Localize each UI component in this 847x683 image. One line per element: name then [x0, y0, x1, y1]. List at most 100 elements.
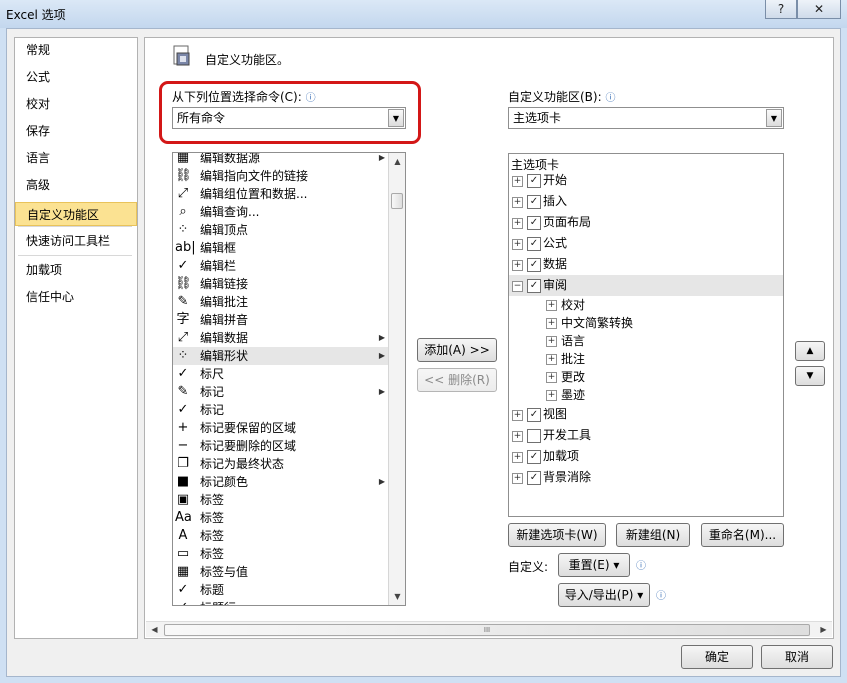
command-item[interactable]: ▦ 编辑数据源 ▶ — [173, 153, 389, 167]
nav-item[interactable]: 快速访问工具栏 — [15, 229, 137, 253]
ribbon-tab-node[interactable]: + ✓ 数据 — [509, 254, 783, 275]
ribbon-tab-node[interactable]: + ✓ 开始 — [509, 170, 783, 191]
command-item[interactable]: ab| 编辑框 — [173, 239, 389, 257]
tab-checkbox[interactable]: ✓ — [527, 216, 541, 230]
tab-checkbox[interactable]: ✓ — [527, 471, 541, 485]
expand-icon[interactable]: + — [512, 197, 523, 208]
collapse-icon[interactable]: − — [512, 281, 523, 292]
ribbon-tree[interactable]: 主选项卡 + ✓ 开始 + ✓ 插入 + ✓ 页面布局 + ✓ 公式 + ✓ 数据 − ✓ 审阅 + 校对 + 中文简繁转… — [508, 153, 784, 517]
tab-checkbox[interactable]: ✓ — [527, 237, 541, 251]
expand-icon[interactable]: + — [546, 372, 557, 383]
command-item[interactable]: ⁘ 编辑形状 ▶ — [173, 347, 389, 365]
ribbon-group-node[interactable]: + 墨迹 — [509, 386, 783, 404]
ribbon-group-node[interactable]: + 更改 — [509, 368, 783, 386]
tab-checkbox[interactable]: ✓ — [527, 450, 541, 464]
tab-checkbox[interactable]: ✓ — [527, 174, 541, 188]
expand-icon[interactable]: + — [546, 318, 557, 329]
main-hscrollbar[interactable]: ◀ III ▶ — [146, 621, 832, 637]
command-item[interactable]: ✓ 标尺 — [173, 365, 389, 383]
expand-icon[interactable]: + — [546, 336, 557, 347]
tab-checkbox[interactable] — [527, 429, 541, 443]
command-list[interactable]: ▦ 编辑数据源 ▶ ⛓ 编辑指向文件的链接 ⤢ 编辑组位置和数据... ⌕ 编辑查询... ⁘ 编辑… — [172, 152, 406, 606]
remove-button[interactable]: << 删除(R) — [417, 368, 497, 392]
command-item[interactable]: ⁘ 编辑顶点 — [173, 221, 389, 239]
command-item[interactable]: ⛓ 编辑链接 — [173, 275, 389, 293]
command-item[interactable]: ✓ 标记 — [173, 401, 389, 419]
scroll-up-icon[interactable]: ▲ — [390, 154, 405, 169]
command-item[interactable]: A 标签 — [173, 527, 389, 545]
help-button[interactable]: ? — [765, 0, 797, 19]
expand-icon[interactable]: + — [546, 300, 557, 311]
new-group-button[interactable]: 新建组(N) — [616, 523, 690, 547]
scroll-down-icon[interactable]: ▼ — [390, 589, 405, 604]
command-item[interactable]: ✎ 编辑批注 — [173, 293, 389, 311]
expand-icon[interactable]: + — [512, 452, 523, 463]
command-item[interactable]: Aa 标签 — [173, 509, 389, 527]
expand-icon[interactable]: + — [512, 239, 523, 250]
tab-checkbox[interactable]: ✓ — [527, 195, 541, 209]
scroll-thumb[interactable] — [391, 193, 403, 209]
ok-button[interactable]: 确定 — [681, 645, 753, 669]
nav-item[interactable]: 语言 — [15, 146, 137, 170]
ribbon-tab-node[interactable]: + ✓ 背景消除 — [509, 467, 783, 488]
nav-item[interactable]: 保存 — [15, 119, 137, 143]
expand-icon[interactable]: + — [512, 431, 523, 442]
reset-button[interactable]: 重置(E) ▾ — [558, 553, 630, 577]
nav-item[interactable]: 高级 — [15, 173, 137, 197]
command-item[interactable]: ⤢ 编辑数据 ▶ — [173, 329, 389, 347]
ribbon-tab-node[interactable]: + ✓ 插入 — [509, 191, 783, 212]
command-item[interactable]: ✓ 标题行 — [173, 599, 389, 605]
expand-icon[interactable]: + — [546, 354, 557, 365]
command-item[interactable]: ▣ 标签 — [173, 491, 389, 509]
ribbon-tab-node[interactable]: + ✓ 加载项 — [509, 446, 783, 467]
expand-icon[interactable]: + — [512, 218, 523, 229]
command-item[interactable]: + 标记要保留的区域 — [173, 419, 389, 437]
command-item[interactable]: ▭ 标签 — [173, 545, 389, 563]
command-item[interactable]: ✎ 标记 ▶ — [173, 383, 389, 401]
command-item[interactable]: ⌕ 编辑查询... — [173, 203, 389, 221]
expand-icon[interactable]: + — [512, 176, 523, 187]
new-tab-button[interactable]: 新建选项卡(W) — [508, 523, 606, 547]
ribbon-group-node[interactable]: + 中文简繁转换 — [509, 314, 783, 332]
ribbon-tab-node[interactable]: + 开发工具 — [509, 425, 783, 446]
nav-item[interactable]: 校对 — [15, 92, 137, 116]
tab-checkbox[interactable]: ✓ — [527, 258, 541, 272]
ribbon-tab-node[interactable]: + ✓ 页面布局 — [509, 212, 783, 233]
move-down-button[interactable]: ▼ — [795, 366, 825, 386]
cancel-button[interactable]: 取消 — [761, 645, 833, 669]
command-item[interactable]: ■ 标记颜色 ▶ — [173, 473, 389, 491]
nav-item[interactable]: 公式 — [15, 65, 137, 89]
command-item[interactable]: 字编辑拼音 — [173, 311, 389, 329]
move-up-button[interactable]: ▲ — [795, 341, 825, 361]
command-item[interactable]: ✓ 编辑栏 — [173, 257, 389, 275]
expand-icon[interactable]: + — [512, 260, 523, 271]
expand-icon[interactable]: + — [512, 473, 523, 484]
hscroll-thumb[interactable]: III — [164, 624, 810, 636]
ribbon-group-node[interactable]: + 语言 — [509, 332, 783, 350]
ribbon-tab-node[interactable]: − ✓ 审阅 — [509, 275, 783, 296]
tab-checkbox[interactable]: ✓ — [527, 408, 541, 422]
ribbon-tab-node[interactable]: + ✓ 公式 — [509, 233, 783, 254]
command-item[interactable]: − 标记要删除的区域 — [173, 437, 389, 455]
ribbon-group-node[interactable]: + 批注 — [509, 350, 783, 368]
ribbon-tabs-combo[interactable]: 主选项卡 ▼ — [508, 107, 784, 129]
import-export-button[interactable]: 导入/导出(P) ▾ — [558, 583, 650, 607]
ribbon-tab-node[interactable]: + ✓ 视图 — [509, 404, 783, 425]
expand-icon[interactable]: + — [512, 410, 523, 421]
close-button[interactable]: ✕ — [797, 0, 841, 19]
tab-checkbox[interactable]: ✓ — [527, 279, 541, 293]
nav-item[interactable]: 加载项 — [15, 258, 137, 282]
command-item[interactable]: ✓ 标题 — [173, 581, 389, 599]
command-item[interactable]: ⤢ 编辑组位置和数据... — [173, 185, 389, 203]
nav-item[interactable]: 常规 — [15, 38, 137, 62]
expand-icon[interactable]: + — [546, 390, 557, 401]
command-item[interactable]: ⛓ 编辑指向文件的链接 — [173, 167, 389, 185]
scroll-right-icon[interactable]: ▶ — [816, 622, 831, 637]
command-item[interactable]: ❐ 标记为最终状态 — [173, 455, 389, 473]
scroll-left-icon[interactable]: ◀ — [147, 622, 162, 637]
nav-item[interactable]: 信任中心 — [15, 285, 137, 309]
rename-button[interactable]: 重命名(M)... — [701, 523, 784, 547]
dropdown-icon[interactable]: ▼ — [766, 109, 782, 127]
nav-item[interactable]: 自定义功能区 — [15, 202, 137, 226]
add-button[interactable]: 添加(A) >> — [417, 338, 497, 362]
